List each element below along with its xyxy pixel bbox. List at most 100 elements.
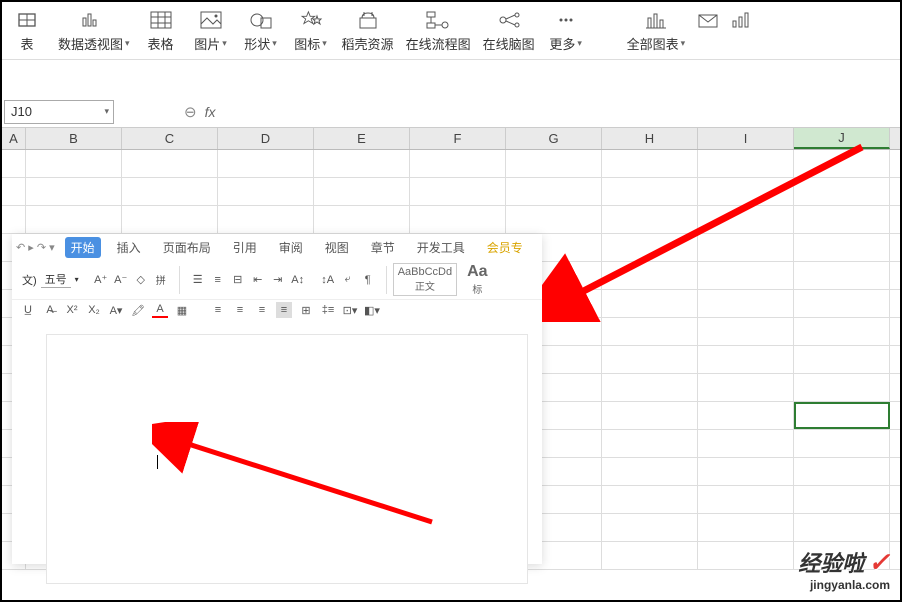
insert-toolbar: 表 数据透视图▾ 表格 图片▾ 形状▾ 图标▾ 稻壳资源 [2, 2, 900, 60]
tab-member[interactable]: 会员专 [481, 237, 529, 258]
table-button[interactable]: 表 [2, 6, 52, 55]
pivot-icon [82, 8, 106, 32]
superscript-icon[interactable]: X² [64, 302, 80, 318]
icons-button[interactable]: 图标▾ [286, 6, 336, 55]
col-header-J[interactable]: J [794, 128, 890, 149]
tab-devtools[interactable]: 开发工具 [411, 237, 471, 258]
fx-label[interactable]: fx [205, 104, 216, 120]
grid-button[interactable]: 表格 [136, 6, 186, 55]
text-direction-icon[interactable]: ↕A [320, 272, 336, 288]
chevron-down-icon: ▾ [272, 38, 277, 49]
col-header-C[interactable]: C [122, 128, 218, 149]
toolbar-label: 更多 [549, 34, 575, 53]
col-header-I[interactable]: I [698, 128, 794, 149]
font-size-select[interactable]: 五号 [41, 271, 71, 288]
style-normal[interactable]: AaBbCcDd 正文 [393, 263, 457, 296]
align-justify-icon[interactable]: ≡ [276, 302, 292, 318]
search-icon[interactable]: ⊖ [184, 103, 197, 121]
shapes-button[interactable]: 形状▾ [236, 6, 286, 55]
clear-format-icon[interactable]: ◇ [133, 272, 149, 288]
bar-icon-button[interactable] [725, 6, 757, 34]
toolbar-label: 数据透视图 [58, 34, 123, 53]
highlight-icon[interactable]: 🖍 [130, 302, 146, 318]
style-heading[interactable]: Aa 标 [463, 261, 491, 298]
more-button[interactable]: 更多▾ [541, 6, 591, 55]
fill-icon[interactable]: ◧▾ [364, 302, 380, 318]
shapes-icon [249, 8, 273, 32]
chevron-down-icon: ▾ [577, 38, 582, 49]
number-list-icon[interactable]: ≡ [210, 272, 226, 288]
tab-references[interactable]: 引用 [227, 237, 263, 258]
format-label: 文) [22, 272, 37, 288]
chevron-down-icon: ▾ [104, 106, 109, 117]
toolbar-label: 表格 [148, 34, 174, 53]
decrease-font-icon[interactable]: A⁻ [113, 272, 129, 288]
cell-reference-input[interactable]: J10 ▾ [4, 100, 114, 124]
chevron-down-icon: ▾ [681, 38, 686, 49]
tab-chapter[interactable]: 章节 [365, 237, 401, 258]
chevron-down-icon: ▾ [322, 38, 327, 49]
bars-icon [731, 8, 751, 32]
toolbar-label: 形状 [244, 34, 270, 53]
formula-bar: J10 ▾ ⊖ fx [2, 96, 900, 128]
border-icon[interactable]: ⊡▾ [342, 302, 358, 318]
indent-left-icon[interactable]: ⇤ [250, 272, 266, 288]
overlay-home-toolbar: 文) 五号 ▾ A⁺ A⁻ ◇ 拼 ☰ ≡ ⊟ ⇤ ⇥ A↕ ↕A ⤶ ¶ Aa… [12, 260, 542, 300]
tab-home[interactable]: 开始 [65, 237, 101, 258]
font-effect-icon[interactable]: A▾ [108, 302, 124, 318]
mail-icon [697, 8, 719, 32]
toolbar-label: 全部图表 [627, 34, 679, 53]
line-spacing-icon[interactable]: ‡≡ [320, 302, 336, 318]
watermark: 经验啦✓ jingyanla.com [798, 546, 890, 592]
bullet-list-icon[interactable]: ☰ [190, 272, 206, 288]
col-header-G[interactable]: G [506, 128, 602, 149]
multilevel-icon[interactable]: ⊟ [230, 272, 246, 288]
align-left-icon[interactable]: ≡ [210, 302, 226, 318]
col-header-H[interactable]: H [602, 128, 698, 149]
mindmap-button[interactable]: 在线脑图 [477, 6, 541, 55]
subscript-icon[interactable]: X₂ [86, 302, 102, 318]
col-header-F[interactable]: F [410, 128, 506, 149]
tab-review[interactable]: 审阅 [273, 237, 309, 258]
indent-right-icon[interactable]: ⇥ [270, 272, 286, 288]
underline-icon[interactable]: U̲ [20, 302, 36, 318]
mindmap-icon [497, 8, 521, 32]
column-headers: A B C D E F G H I J [2, 128, 900, 150]
increase-font-icon[interactable]: A⁺ [93, 272, 109, 288]
icons-icon [299, 8, 323, 32]
col-header-E[interactable]: E [314, 128, 410, 149]
phonetic-icon[interactable]: 拼 [153, 272, 169, 288]
tab-view[interactable]: 视图 [319, 237, 355, 258]
font-color-icon[interactable]: A [152, 302, 168, 318]
selected-cell[interactable] [794, 402, 890, 429]
document-page[interactable] [46, 334, 528, 584]
col-header-D[interactable]: D [218, 128, 314, 149]
resource-button[interactable]: 稻壳资源 [336, 6, 400, 55]
distribute-icon[interactable]: ⊞ [298, 302, 314, 318]
overlay-ribbon-tabs: ↶ ▸ ↷ ▾ 开始 插入 页面布局 引用 审阅 视图 章节 开发工具 会员专 [12, 234, 542, 260]
chevron-down-icon: ▾ [222, 38, 227, 49]
word-overlay-window: ↶ ▸ ↷ ▾ 开始 插入 页面布局 引用 审阅 视图 章节 开发工具 会员专 … [12, 234, 542, 564]
resource-icon [356, 8, 380, 32]
toolbar-label: 图标 [294, 34, 320, 53]
strike-icon[interactable]: A̶ [42, 302, 58, 318]
col-header-A[interactable]: A [2, 128, 26, 149]
shading-icon[interactable]: ▦ [174, 302, 190, 318]
tab-insert[interactable]: 插入 [111, 237, 147, 258]
sort-icon[interactable]: A↕ [290, 272, 306, 288]
undo-redo-group[interactable]: ↶ ▸ ↷ ▾ [16, 241, 55, 254]
align-center-icon[interactable]: ≡ [232, 302, 248, 318]
align-right-icon[interactable]: ≡ [254, 302, 270, 318]
chevron-down-icon: ▾ [125, 38, 130, 49]
paragraph-icon[interactable]: ¶ [360, 272, 376, 288]
col-header-B[interactable]: B [26, 128, 122, 149]
pivot-button[interactable]: 数据透视图▾ [52, 6, 136, 55]
tab-layout[interactable]: 页面布局 [157, 237, 217, 258]
flowchart-button[interactable]: 在线流程图 [400, 6, 477, 55]
picture-button[interactable]: 图片▾ [186, 6, 236, 55]
toolbar-label: 图片 [194, 34, 220, 53]
mail-button[interactable] [691, 6, 725, 34]
text-wrap-icon[interactable]: ⤶ [340, 272, 356, 288]
chart-button[interactable]: 全部图表▾ [621, 6, 692, 55]
toolbar-label: 在线脑图 [483, 34, 535, 53]
